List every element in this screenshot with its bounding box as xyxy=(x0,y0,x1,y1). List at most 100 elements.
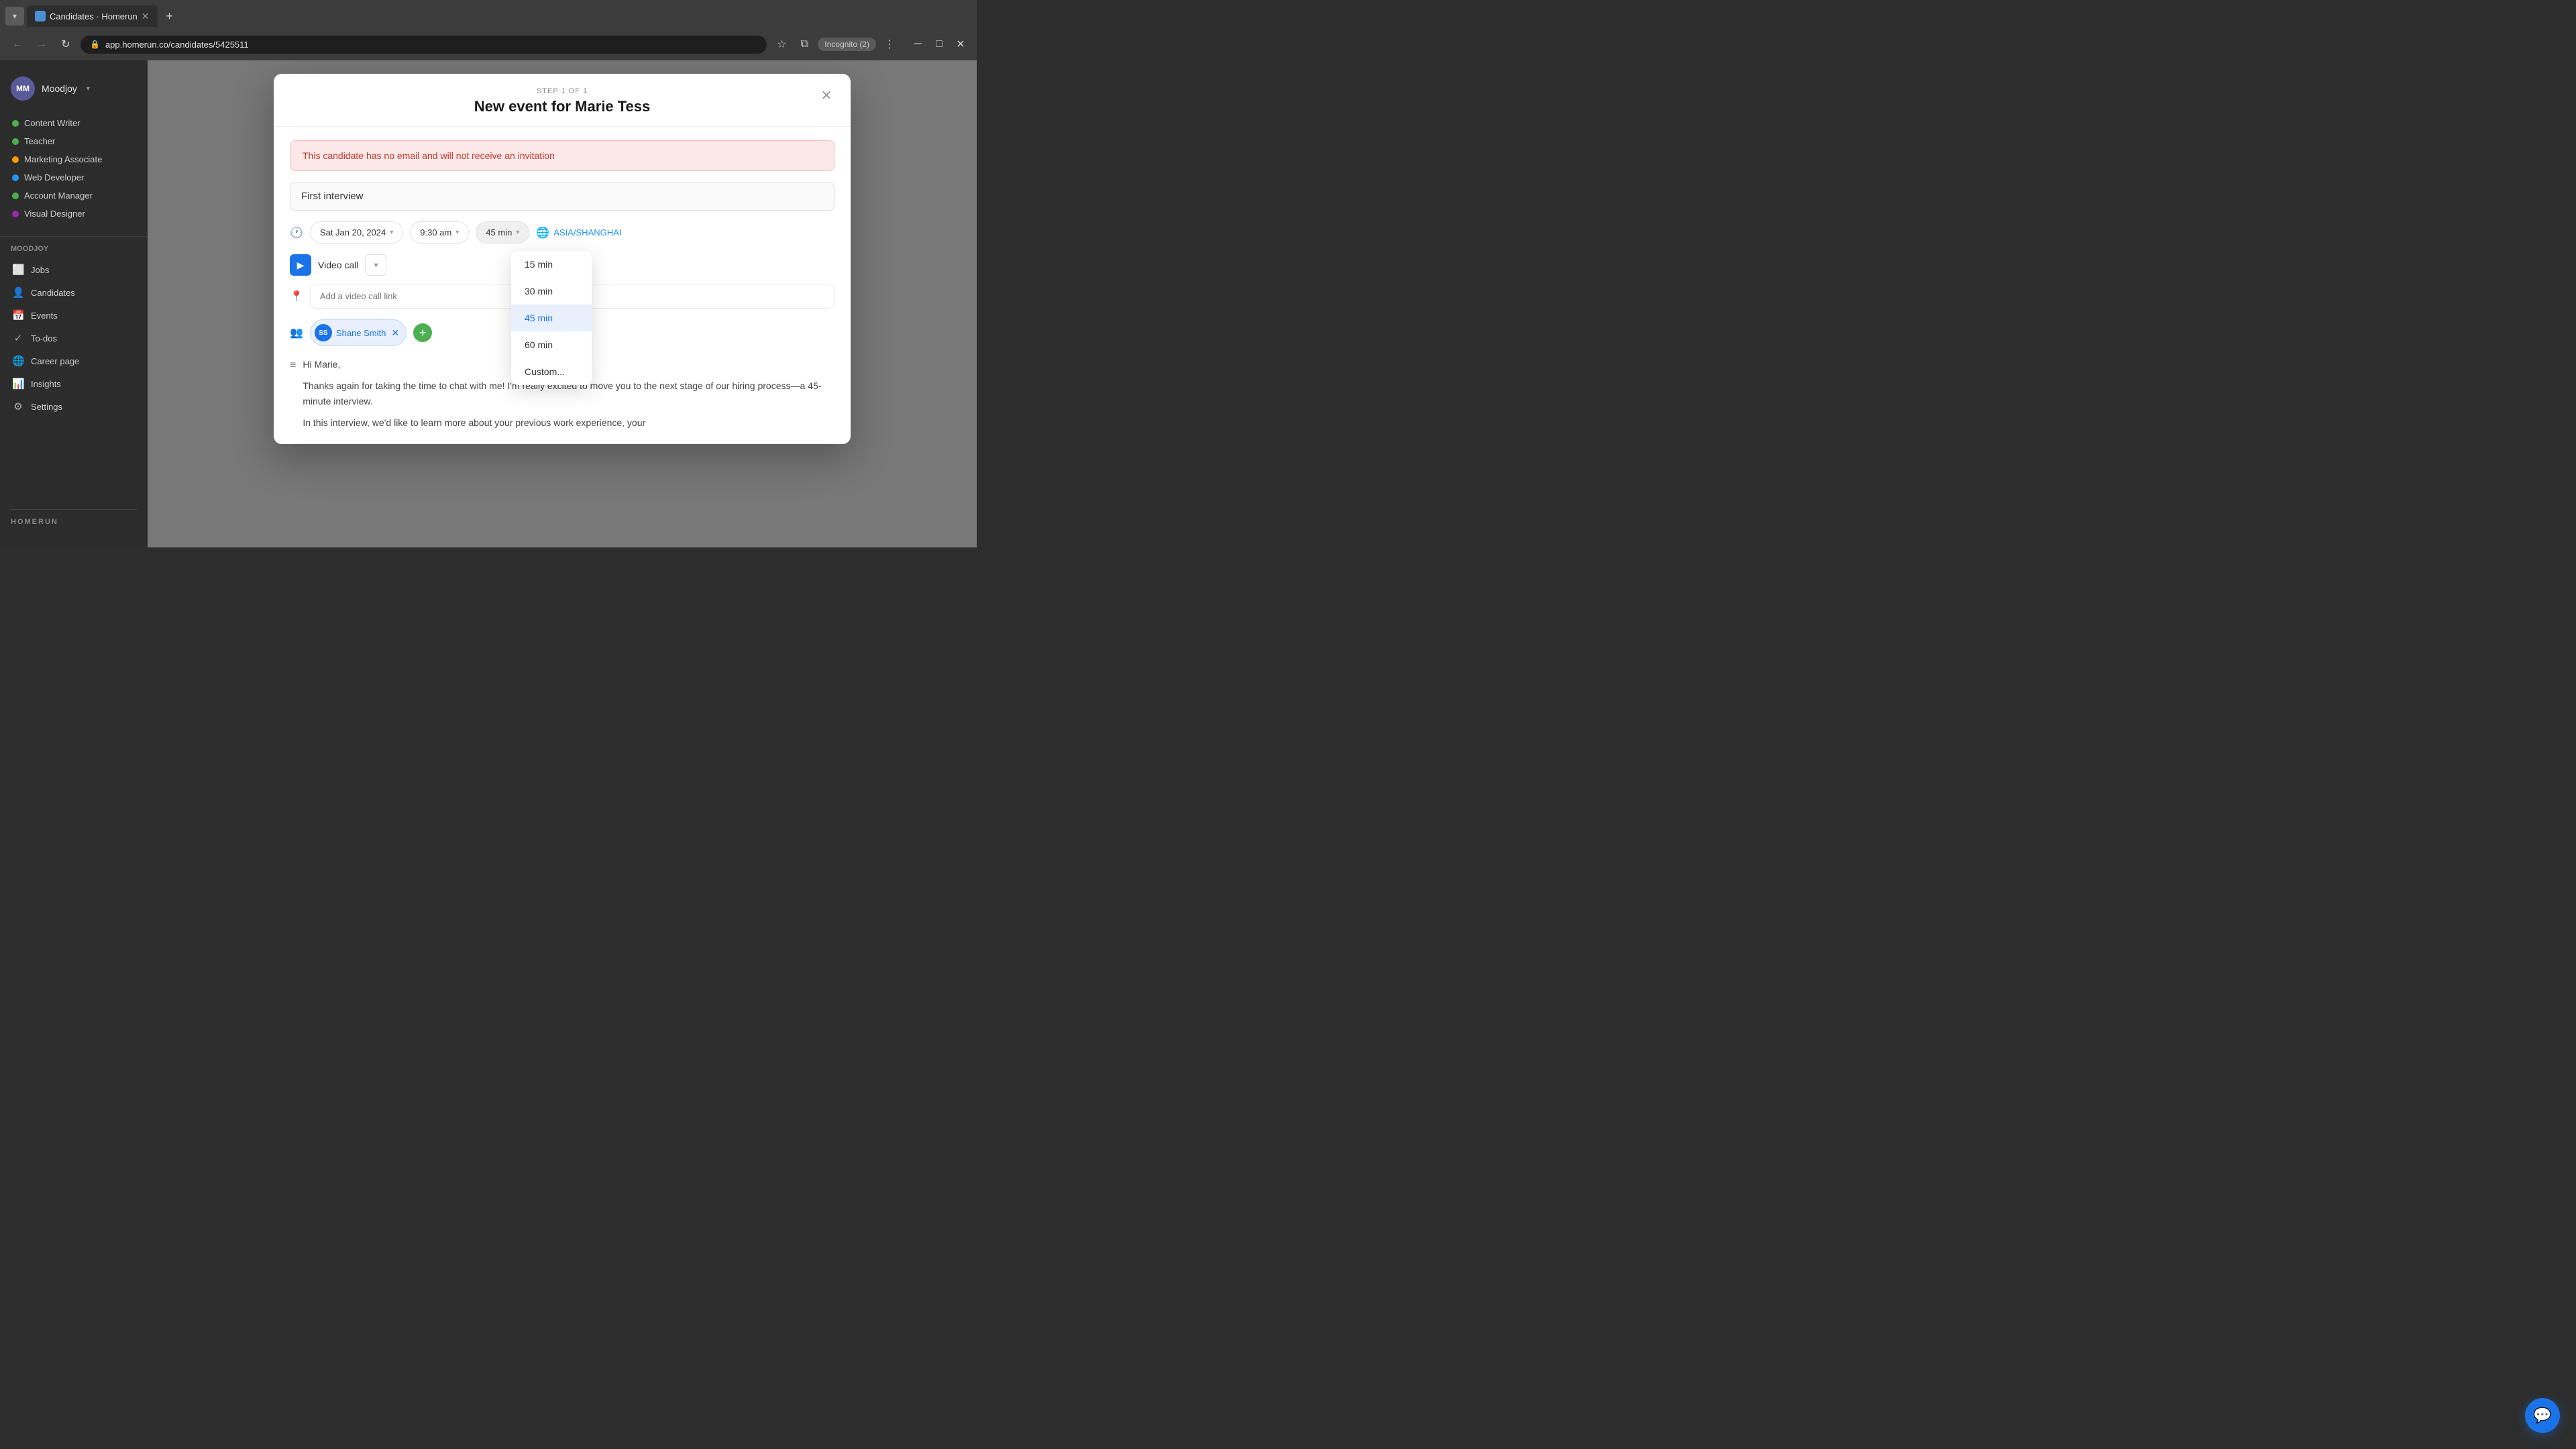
sidebar-item-todos[interactable]: ✓ To-dos xyxy=(5,327,142,350)
main-content: STEP 1 OF 1 New event for Marie Tess ✕ T… xyxy=(148,60,977,547)
modal-step-label: STEP 1 OF 1 xyxy=(290,87,835,95)
modal-close-button[interactable]: ✕ xyxy=(816,85,837,106)
sidebar-item-label: Jobs xyxy=(31,265,49,275)
org-name: Moodjoy xyxy=(42,83,77,94)
modal-title: New event for Marie Tess xyxy=(290,98,835,115)
lock-icon: 🔒 xyxy=(90,40,100,49)
modal-header: STEP 1 OF 1 New event for Marie Tess ✕ xyxy=(274,74,851,127)
browser-chrome: ▾ Candidates · Homerun ✕ + ← → ↻ 🔒 app.h… xyxy=(0,0,977,60)
participant-avatar: SS xyxy=(315,324,332,341)
duration-option-30min[interactable]: 30 min xyxy=(511,278,592,305)
new-tab-button[interactable]: + xyxy=(160,7,179,25)
timezone-label: ASIA/SHANGHAI xyxy=(553,227,621,237)
event-title-input[interactable] xyxy=(290,182,835,211)
duration-option-45min[interactable]: 45 min xyxy=(511,305,592,331)
sidebar-divider xyxy=(0,236,148,237)
participant-name: Shane Smith xyxy=(336,328,386,338)
sidebar-item-content-writer[interactable]: Content Writer xyxy=(5,114,142,132)
caret-icon: ▾ xyxy=(516,229,519,236)
sidebar-item-label: Events xyxy=(31,311,58,321)
video-call-icon: ▶ xyxy=(290,254,311,276)
duration-option-custom[interactable]: Custom... xyxy=(511,358,592,385)
video-chevron-icon[interactable]: ▾ xyxy=(365,254,386,276)
caret-icon: ▾ xyxy=(455,229,459,236)
reload-button[interactable]: ↻ xyxy=(56,35,75,54)
sidebar-item-marketing[interactable]: Marketing Associate xyxy=(5,150,142,168)
caret-icon: ▾ xyxy=(390,229,393,236)
menu-button[interactable]: ⋮ xyxy=(880,35,899,54)
modal-dialog: STEP 1 OF 1 New event for Marie Tess ✕ T… xyxy=(274,74,851,444)
nav-list: ⬜ Jobs 👤 Candidates 📅 Events ✓ To-dos 🌐 … xyxy=(0,258,148,418)
settings-icon: ⚙ xyxy=(12,400,24,413)
sidebar-item-label: Career page xyxy=(31,356,79,366)
forward-button[interactable]: → xyxy=(32,35,51,54)
sidebar-footer: HOMERUN xyxy=(0,498,148,537)
events-icon: 📅 xyxy=(12,309,24,321)
timezone-selector[interactable]: 🌐 ASIA/SHANGHAI xyxy=(536,226,621,239)
duration-option-60min[interactable]: 60 min xyxy=(511,331,592,358)
avatar: MM xyxy=(11,76,35,101)
sidebar-item-label: Candidates xyxy=(31,288,75,298)
maximize-button[interactable]: □ xyxy=(931,36,947,52)
duration-picker[interactable]: 45 min ▾ xyxy=(476,221,529,244)
browser-toolbar: ← → ↻ 🔒 app.homerun.co/candidates/542551… xyxy=(0,28,977,60)
sidebar-header: MM Moodjoy ▾ xyxy=(0,71,148,114)
message-body2: In this interview, we'd like to learn mo… xyxy=(303,415,835,430)
message-icon: ≡ xyxy=(290,360,296,372)
career-icon: 🌐 xyxy=(12,355,24,367)
homerun-logo: HOMERUN xyxy=(11,509,137,526)
sidebar-item-label: Insights xyxy=(31,379,61,389)
tab-title: Candidates · Homerun xyxy=(50,11,138,21)
participant-chip: SS Shane Smith ✕ xyxy=(310,319,407,346)
active-tab[interactable]: Candidates · Homerun ✕ xyxy=(27,5,158,27)
tab-close-button[interactable]: ✕ xyxy=(142,11,150,22)
sidebar-item-account-mgr[interactable]: Account Manager xyxy=(5,186,142,205)
address-bar[interactable]: 🔒 app.homerun.co/candidates/5425511 xyxy=(80,36,767,54)
video-call-label: Video call xyxy=(318,260,358,270)
sidebar-item-teacher[interactable]: Teacher xyxy=(5,132,142,150)
add-participant-button[interactable]: + xyxy=(413,323,432,342)
remove-participant-button[interactable]: ✕ xyxy=(391,327,399,339)
browser-actions: ☆ ⧉ Incognito (2) ⋮ xyxy=(772,35,899,54)
back-button[interactable]: ← xyxy=(8,35,27,54)
sidebar-item-label: To-dos xyxy=(31,333,57,343)
date-value: Sat Jan 20, 2024 xyxy=(320,227,386,237)
jobs-icon: ⬜ xyxy=(12,264,24,276)
split-button[interactable]: ⧉ xyxy=(795,35,814,54)
status-dot xyxy=(12,120,19,127)
sidebar-item-visual-designer[interactable]: Visual Designer xyxy=(5,205,142,223)
duration-option-15min[interactable]: 15 min xyxy=(511,251,592,278)
todos-icon: ✓ xyxy=(12,332,24,344)
alert-text: This candidate has no email and will not… xyxy=(303,150,555,161)
minimize-button[interactable]: ─ xyxy=(910,36,926,52)
status-dot xyxy=(12,156,19,163)
window-controls: ─ □ ✕ xyxy=(910,36,969,52)
sidebar-item-jobs[interactable]: ⬜ Jobs xyxy=(5,258,142,281)
clock-icon: 🕐 xyxy=(290,226,303,239)
location-pin-icon: 📍 xyxy=(290,290,303,303)
sidebar-item-career[interactable]: 🌐 Career page xyxy=(5,350,142,372)
tab-switcher[interactable]: ▾ xyxy=(5,7,24,25)
time-value: 9:30 am xyxy=(420,227,451,237)
close-button[interactable]: ✕ xyxy=(953,36,969,52)
sidebar-item-label: Visual Designer xyxy=(24,209,85,219)
sidebar-item-web-dev[interactable]: Web Developer xyxy=(5,168,142,186)
sidebar-item-insights[interactable]: 📊 Insights xyxy=(5,372,142,395)
app-layout: MM Moodjoy ▾ Content Writer Teacher Mark… xyxy=(0,60,977,547)
chevron-down-icon[interactable]: ▾ xyxy=(87,85,90,93)
modal-overlay: STEP 1 OF 1 New event for Marie Tess ✕ T… xyxy=(148,60,977,547)
sidebar: MM Moodjoy ▾ Content Writer Teacher Mark… xyxy=(0,60,148,547)
date-picker[interactable]: Sat Jan 20, 2024 ▾ xyxy=(310,221,403,244)
chat-button[interactable]: 💬 xyxy=(2525,1398,2560,1433)
duration-dropdown: 15 min 30 min 45 min 60 min xyxy=(511,251,592,385)
bookmark-button[interactable]: ☆ xyxy=(772,35,791,54)
status-dot xyxy=(12,193,19,199)
globe-icon: 🌐 xyxy=(536,226,549,239)
sidebar-item-events[interactable]: 📅 Events xyxy=(5,304,142,327)
browser-tabs: ▾ Candidates · Homerun ✕ + xyxy=(0,0,977,28)
alert-banner: This candidate has no email and will not… xyxy=(290,140,835,171)
job-list: Content Writer Teacher Marketing Associa… xyxy=(0,114,148,223)
time-picker[interactable]: 9:30 am ▾ xyxy=(410,221,469,244)
sidebar-item-candidates[interactable]: 👤 Candidates xyxy=(5,281,142,304)
sidebar-item-settings[interactable]: ⚙ Settings xyxy=(5,395,142,418)
